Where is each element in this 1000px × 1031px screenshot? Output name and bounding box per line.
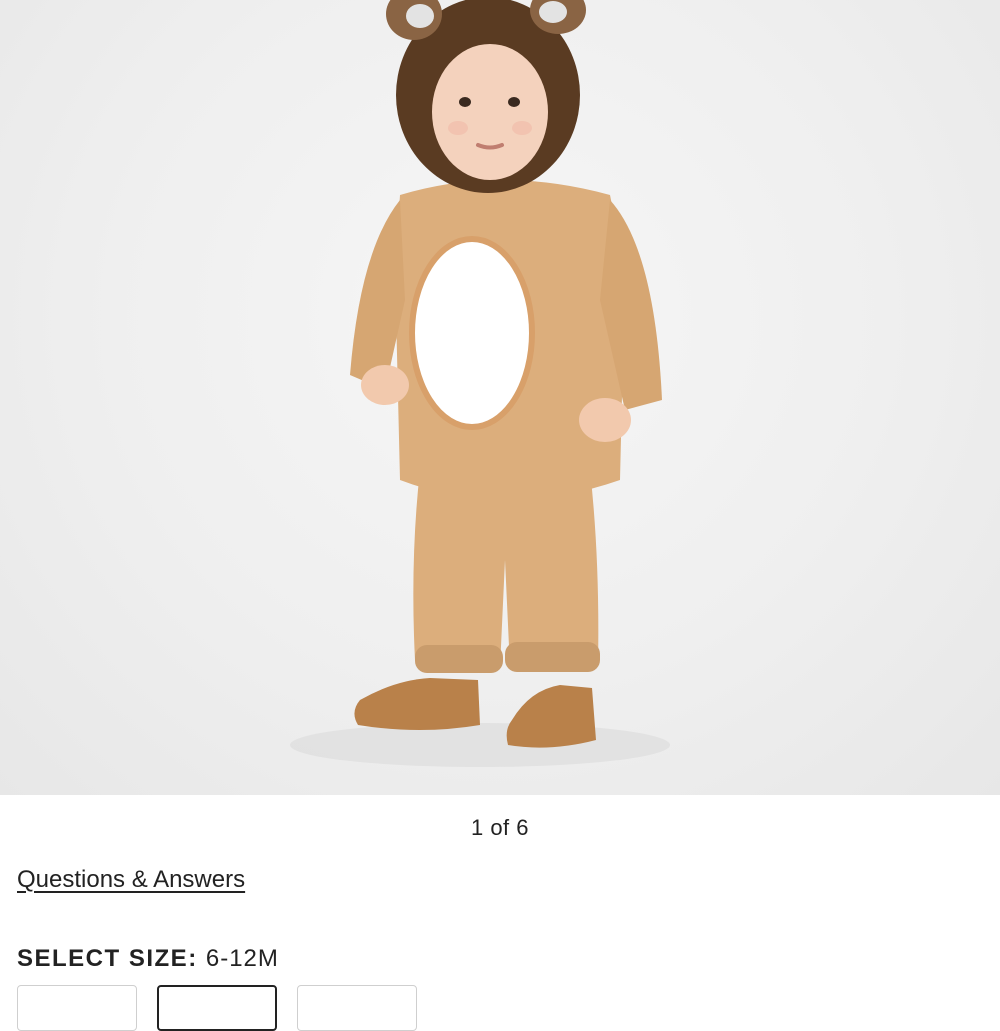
size-option-button[interactable]: [297, 985, 417, 1031]
size-selector-header: SELECT SIZE: 6-12M: [17, 945, 279, 973]
selected-size-value: 6-12M: [205, 945, 279, 972]
questions-answers-link[interactable]: Questions & Answers: [17, 866, 245, 894]
select-size-label: SELECT SIZE:: [17, 945, 198, 972]
image-pager: 1 of 6: [470, 815, 530, 840]
size-option-button[interactable]: [17, 985, 137, 1031]
size-options: [17, 985, 417, 1031]
product-image[interactable]: [0, 0, 1000, 795]
toddler-lion-costume-photo: [290, 0, 670, 767]
size-option-button-selected[interactable]: [157, 985, 277, 1031]
